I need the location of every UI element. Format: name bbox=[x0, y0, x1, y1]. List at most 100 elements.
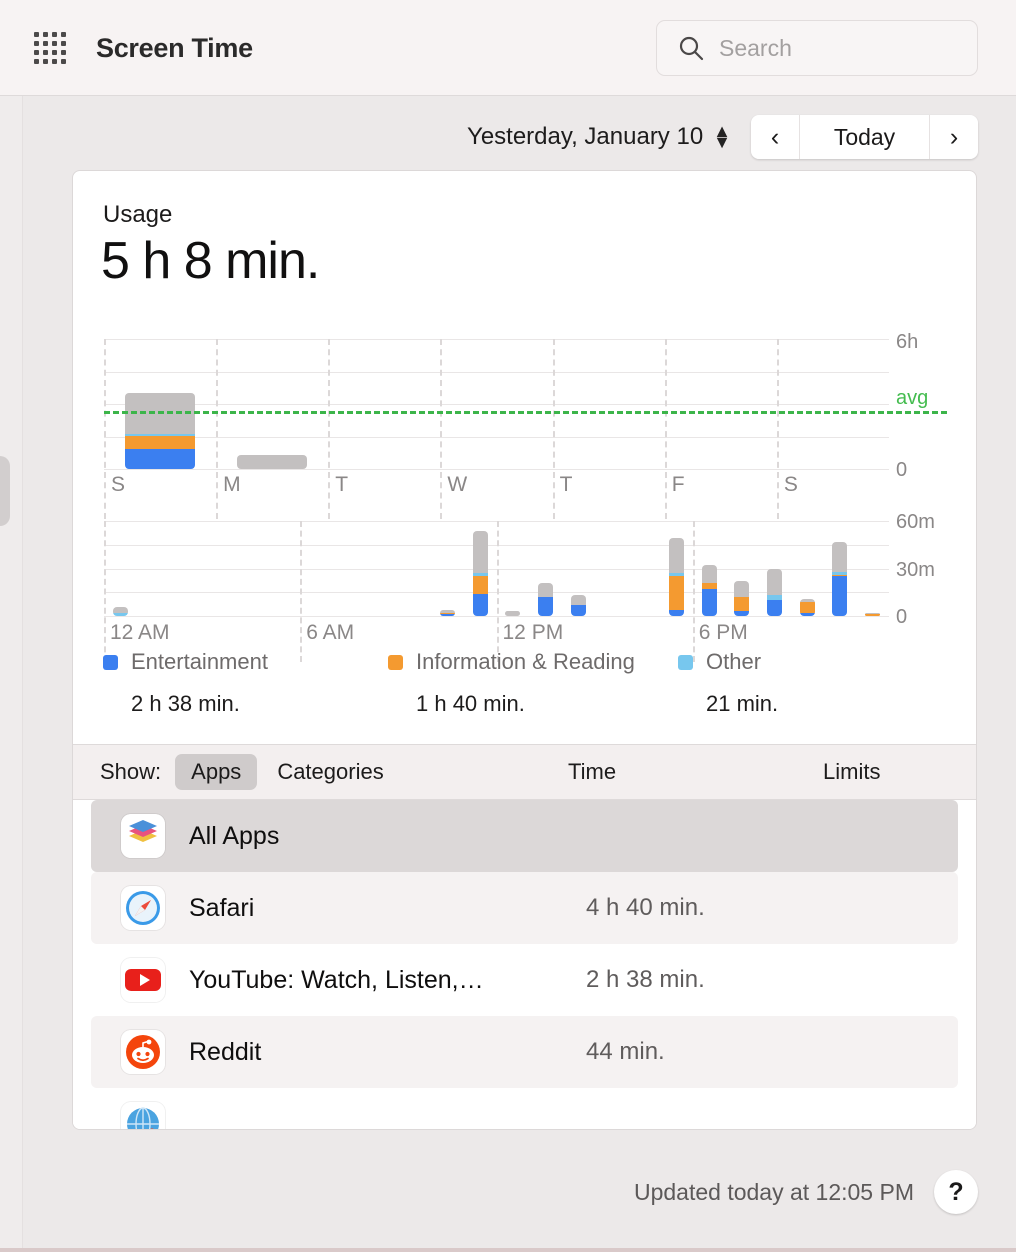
bar-12-pm-12[interactable] bbox=[505, 611, 521, 616]
legend-swatch-information-reading bbox=[388, 654, 403, 670]
bar-12-am-0[interactable] bbox=[112, 606, 128, 616]
bar-11-am-11[interactable] bbox=[472, 530, 488, 616]
weekly-axis-bottom-label: 0 bbox=[896, 459, 908, 481]
bar-segment-information-reading bbox=[668, 576, 684, 610]
column-header-limits: Limits bbox=[823, 759, 881, 784]
legend-swatch-entertainment bbox=[103, 654, 118, 670]
bar-10-pm-22[interactable] bbox=[832, 541, 848, 616]
globe-icon bbox=[121, 1102, 165, 1129]
bar-segment-entertainment bbox=[570, 604, 586, 616]
hourly-axis-30m-label: 30m bbox=[896, 559, 935, 581]
bar-segment-entertainment bbox=[472, 593, 488, 616]
footer: Updated today at 12:05 PM ? bbox=[634, 1170, 978, 1214]
axis-divider bbox=[104, 521, 106, 662]
axis-divider bbox=[552, 339, 555, 519]
axis-divider bbox=[496, 521, 499, 662]
weekly-tick-4: T bbox=[559, 473, 573, 496]
bar-segment-information-reading bbox=[734, 597, 750, 612]
app-time: 4 h 40 min. bbox=[586, 894, 705, 921]
legend-swatch-other bbox=[678, 654, 693, 670]
list-item[interactable] bbox=[91, 1088, 958, 1129]
bar-s-0[interactable] bbox=[125, 393, 195, 469]
bar-7-pm-19[interactable] bbox=[734, 581, 750, 616]
bar-segment-entertainment bbox=[766, 600, 783, 616]
help-button[interactable]: ? bbox=[934, 1170, 978, 1214]
bar-2-pm-14[interactable] bbox=[570, 595, 586, 616]
date-segmented-control: ‹ Today › bbox=[751, 115, 978, 159]
legend-names-row: Entertainment Information & Reading Othe… bbox=[103, 649, 943, 675]
next-day-button[interactable]: › bbox=[930, 115, 978, 159]
titlebar: Screen Time Search bbox=[0, 0, 1016, 96]
show-toolbar: Show: Apps Categories Time Limits bbox=[73, 744, 976, 800]
tab-apps[interactable]: Apps bbox=[175, 754, 258, 790]
axis-divider bbox=[776, 339, 779, 519]
bar-segment-entertainment bbox=[799, 612, 815, 616]
weekly-tick-0: S bbox=[111, 473, 126, 496]
bar-segment-information-reading bbox=[799, 601, 815, 613]
bar-segment-information-reading bbox=[865, 614, 881, 616]
axis-divider bbox=[300, 521, 303, 662]
date-navigation: Yesterday, January 10 ▲ ▼ ‹ Today › bbox=[467, 115, 978, 159]
bar-segment-unclassified bbox=[734, 581, 750, 598]
list-item[interactable]: All Apps bbox=[91, 800, 958, 872]
hourly-tick-6-pm: 6 PM bbox=[698, 621, 748, 644]
app-list: All Apps Safari 4 h 40 min. YouTube: Watch,… bbox=[73, 800, 976, 1129]
bar-segment-unclassified bbox=[701, 565, 717, 583]
usage-label: Usage bbox=[103, 201, 173, 228]
bar-segment-information-reading bbox=[125, 435, 195, 450]
today-button[interactable]: Today bbox=[799, 115, 930, 159]
list-item[interactable]: YouTube: Watch, Listen,… 2 h 38 min. bbox=[91, 944, 958, 1016]
legend-item-information-reading: Information & Reading bbox=[388, 649, 678, 675]
bar-segment-other bbox=[112, 612, 128, 616]
list-item[interactable]: Reddit 44 min. bbox=[91, 1016, 958, 1088]
bar-segment-unclassified bbox=[766, 568, 783, 596]
axis-divider bbox=[664, 339, 667, 519]
bar-segment-entertainment bbox=[125, 449, 195, 469]
date-label[interactable]: Yesterday, January 10 bbox=[467, 123, 703, 151]
gridline bbox=[104, 404, 889, 405]
bar-segment-unclassified bbox=[538, 582, 554, 597]
previous-day-button[interactable]: ‹ bbox=[751, 115, 799, 159]
bar-9-pm-21[interactable] bbox=[799, 598, 815, 616]
sidebar-divider bbox=[22, 96, 23, 1252]
category-legend: Entertainment Information & Reading Othe… bbox=[103, 649, 943, 717]
screen-time-window: Screen Time Search Yesterday, January 10… bbox=[0, 0, 1016, 1252]
bar-11-pm-23[interactable] bbox=[865, 612, 881, 616]
bar-1-pm-13[interactable] bbox=[538, 582, 554, 616]
bar-segment-unclassified bbox=[505, 611, 521, 616]
apps-grid-icon[interactable] bbox=[30, 28, 70, 68]
axis-divider bbox=[440, 339, 443, 519]
legend-value-entertainment: 2 h 38 min. bbox=[131, 691, 240, 716]
app-name: Reddit bbox=[189, 1037, 262, 1066]
app-time: 2 h 38 min. bbox=[586, 966, 705, 993]
weekly-tick-6: S bbox=[783, 473, 798, 496]
bar-segment-unclassified bbox=[472, 530, 488, 574]
bar-segment-entertainment bbox=[701, 589, 717, 616]
sidebar-resize-handle[interactable] bbox=[0, 456, 10, 526]
axis-divider bbox=[216, 339, 219, 519]
bar-segment-unclassified bbox=[832, 541, 848, 572]
tab-categories[interactable]: Categories bbox=[261, 754, 399, 790]
app-name: Safari bbox=[189, 893, 255, 922]
list-item[interactable]: Safari 4 h 40 min. bbox=[91, 872, 958, 944]
all-apps-icon bbox=[121, 814, 165, 858]
weekly-tick-5: F bbox=[671, 473, 685, 496]
bar-segment-unclassified bbox=[668, 538, 684, 574]
legend-value-information-reading: 1 h 40 min. bbox=[416, 691, 525, 716]
bar-m-1[interactable] bbox=[237, 454, 307, 469]
search-input[interactable]: Search bbox=[656, 20, 978, 76]
weekly-tick-2: T bbox=[335, 473, 349, 496]
bar-10-am-10[interactable] bbox=[439, 609, 455, 616]
usage-card: Usage 5 h 8 min. 6h 0 avg S M T W T F S 60m 30… bbox=[72, 170, 977, 1130]
bar-5-pm-17[interactable] bbox=[668, 538, 684, 616]
bar-6-pm-18[interactable] bbox=[701, 565, 717, 616]
weekly-usage-chart bbox=[104, 339, 947, 519]
weekly-tick-1: M bbox=[223, 473, 241, 496]
stepper-up-down-icon[interactable]: ▲ ▼ bbox=[713, 122, 731, 151]
bar-segment-unclassified bbox=[570, 595, 586, 605]
bar-8-pm-20[interactable] bbox=[766, 568, 783, 616]
gridline bbox=[104, 469, 889, 470]
hourly-usage-chart bbox=[104, 521, 889, 662]
app-name: YouTube: Watch, Listen,… bbox=[189, 965, 484, 994]
legend-value-other: 21 min. bbox=[706, 691, 779, 716]
